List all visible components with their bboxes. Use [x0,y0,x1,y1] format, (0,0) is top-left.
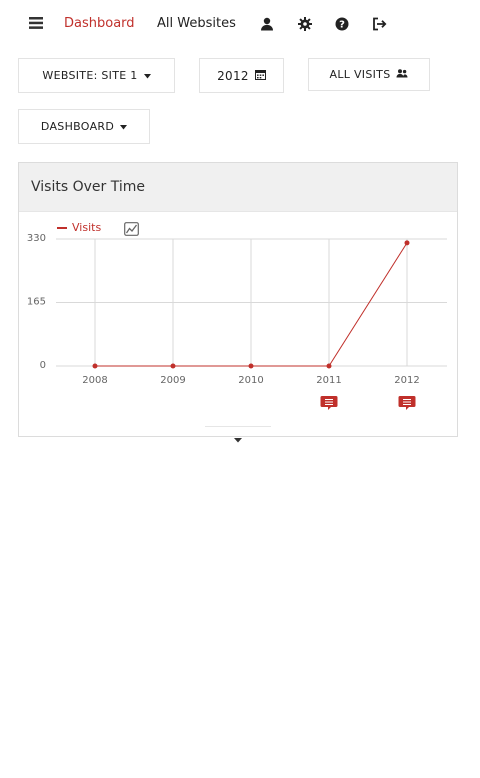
x-tick-label: 2009 [160,375,185,386]
annotation-icon[interactable] [398,396,416,410]
data-point [248,363,254,369]
data-point [170,363,176,369]
svg-text:?: ? [339,20,345,31]
year-selector-button[interactable]: 2012 [199,58,284,93]
visits-over-time-widget: Visits Over Time 0 165 330 2008 2009 2010 2011… [18,162,458,443]
x-tick-label: 2010 [238,375,263,386]
users-icon [396,68,408,81]
widget-footer-toggle[interactable] [205,426,271,443]
x-tick-label: 2008 [82,375,107,386]
visits-chart: 0 165 330 2008 2009 2010 2011 2012 [27,233,447,410]
y-tick-label: 165 [27,297,46,308]
x-tick-label: 2012 [394,375,419,386]
data-point [326,363,332,369]
logout-icon[interactable] [370,14,388,34]
y-tick-label: 330 [27,233,46,244]
legend-swatch [57,226,67,229]
website-selector-label: WEBSITE: SITE 1 [42,69,138,82]
chart-legend[interactable]: Visits [57,221,101,234]
help-icon[interactable]: ? [333,14,351,34]
x-tick-label: 2011 [316,375,341,386]
caret-down-icon [120,120,128,133]
annotation-icon[interactable] [320,396,338,410]
dashboard-selector-label: DASHBOARD [40,120,115,133]
chevron-down-icon [234,428,242,443]
caret-down-icon [143,69,151,82]
legend-label-visits: Visits [72,221,102,234]
data-point [404,240,410,246]
year-selector-label: 2012 [217,68,249,83]
segment-selector-button[interactable]: ALL VISITS [308,58,430,91]
user-icon[interactable] [258,14,276,34]
data-point [92,363,98,369]
top-nav: Dashboard All Websites ? [0,0,480,48]
website-selector-button[interactable]: WEBSITE: SITE 1 [18,58,175,93]
y-tick-label: 0 [40,360,46,371]
gear-icon[interactable] [296,14,314,34]
dashboard-selector-button[interactable]: DASHBOARD [18,109,150,144]
nav-all-websites-link[interactable]: All Websites [157,14,236,34]
nav-dashboard-link[interactable]: Dashboard [64,14,135,34]
calendar-icon [254,69,266,83]
line-chart-toggle-icon[interactable] [124,221,139,240]
menu-icon[interactable] [27,13,45,33]
segment-selector-label: ALL VISITS [329,68,391,81]
